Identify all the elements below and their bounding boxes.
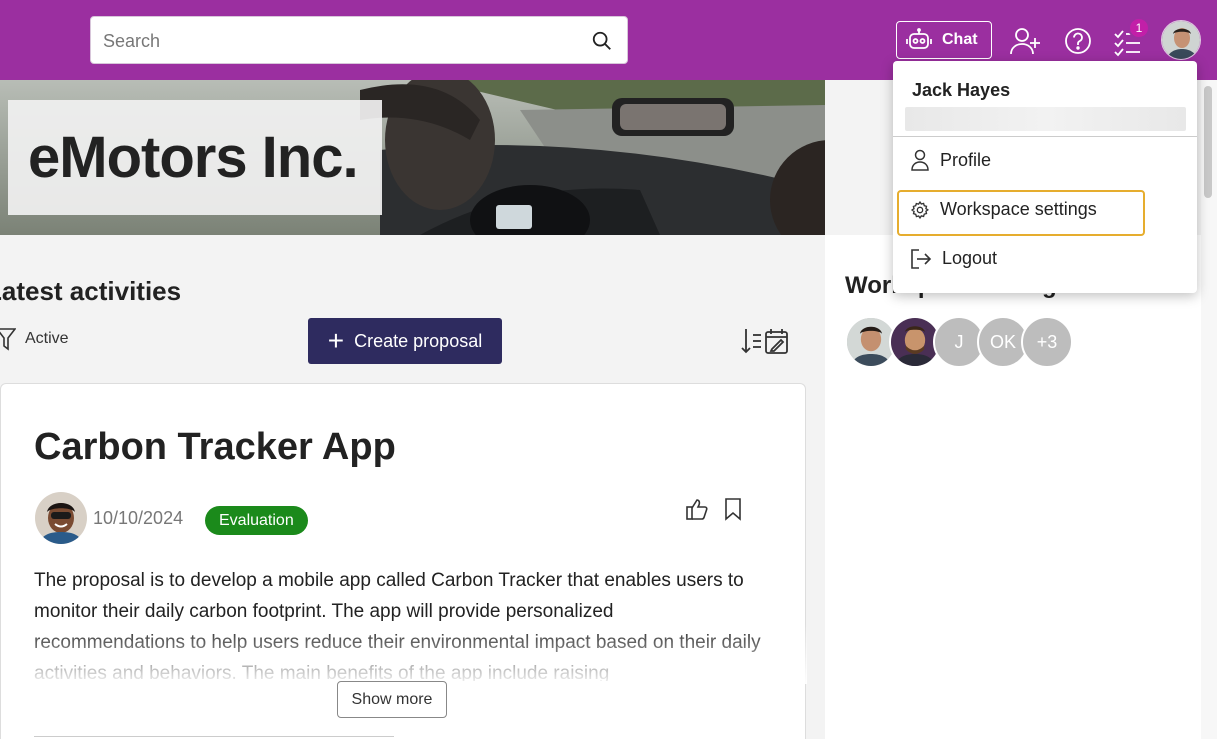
plus-icon: +	[327, 325, 345, 356]
create-proposal-button[interactable]: + Create proposal	[308, 318, 502, 364]
logout-icon	[911, 248, 932, 269]
more-managers-count[interactable]: +3	[1021, 316, 1073, 368]
proposal-title[interactable]: Carbon Tracker App	[34, 426, 396, 469]
filter-label: Active	[25, 330, 69, 347]
user-name: Jack Hayes	[912, 80, 1011, 100]
card-divider	[34, 736, 394, 737]
show-more-button[interactable]: Show more	[337, 681, 447, 718]
proposal-date: 10/10/2024	[93, 508, 184, 528]
author-avatar[interactable]	[35, 492, 87, 544]
user-avatar[interactable]	[1161, 20, 1201, 60]
menu-divider	[893, 136, 1197, 137]
robot-icon	[906, 28, 932, 49]
user-menu: Jack Hayes Profile Workspace settings Lo…	[893, 61, 1197, 293]
workspace-banner: eMotors Inc.	[0, 80, 825, 235]
add-user-icon[interactable]	[1009, 25, 1041, 57]
menu-item-workspace-settings[interactable]: Workspace settings	[910, 199, 1097, 220]
description-fade	[1, 624, 807, 684]
org-name-box: eMotors Inc.	[8, 100, 382, 215]
gear-icon	[910, 200, 930, 219]
search-icon[interactable]	[591, 30, 613, 52]
menu-item-label: Profile	[940, 149, 992, 170]
create-proposal-label: Create proposal	[354, 330, 483, 351]
help-icon[interactable]	[1062, 25, 1094, 57]
bookmark-icon[interactable]	[724, 497, 742, 521]
sort-by-date-icon[interactable]	[741, 327, 789, 355]
status-badge: Evaluation	[205, 506, 308, 535]
chat-button[interactable]: Chat	[896, 21, 992, 59]
right-panel: Workspace managers J OK +3	[825, 235, 1217, 739]
notification-badge: 1	[1128, 17, 1150, 39]
menu-item-label: Workspace settings	[940, 199, 1097, 219]
menu-item-label: Logout	[942, 248, 998, 268]
status-filter[interactable]: Active	[0, 327, 69, 351]
person-icon	[911, 149, 929, 171]
thumbs-up-icon[interactable]	[685, 497, 709, 521]
scrollbar-thumb[interactable]	[1204, 86, 1212, 198]
org-name: eMotors Inc.	[28, 125, 359, 190]
user-email-redacted	[905, 107, 1186, 131]
search-input[interactable]	[103, 27, 573, 55]
activities-title: Latest activities	[0, 276, 182, 306]
menu-item-profile[interactable]: Profile	[910, 149, 991, 171]
search-box[interactable]	[90, 16, 628, 64]
menu-item-logout[interactable]: Logout	[910, 248, 997, 269]
filter-icon	[0, 328, 16, 351]
proposal-card[interactable]: Carbon Tracker App 10/10/2024 Evaluation…	[0, 383, 807, 739]
chat-label: Chat	[942, 31, 978, 48]
